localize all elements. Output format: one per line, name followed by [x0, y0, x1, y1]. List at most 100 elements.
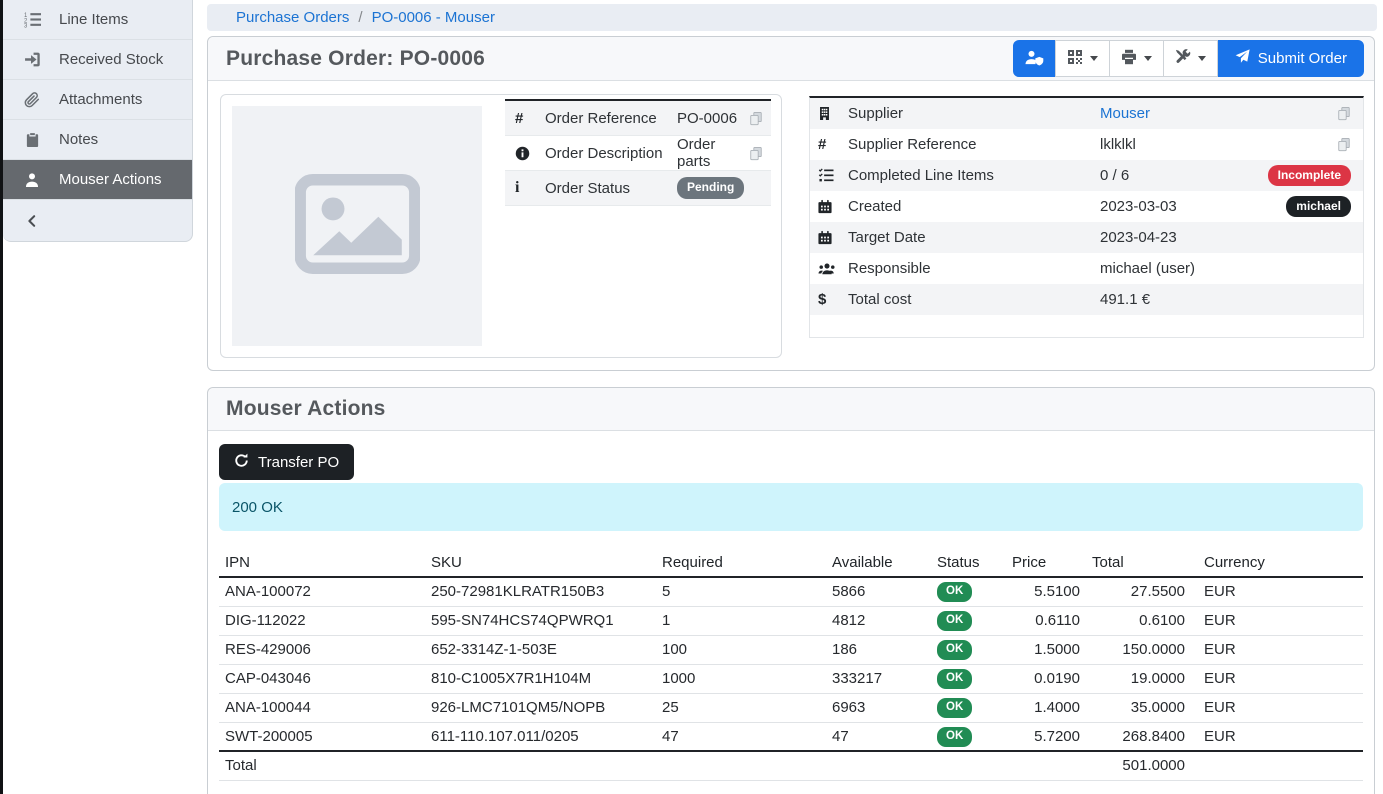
cell-ipn: ANA-100044 — [219, 693, 425, 722]
ok-badge: OK — [937, 669, 972, 689]
cell-status: OK — [931, 577, 1006, 606]
svg-text:3: 3 — [24, 24, 28, 28]
cell-required: 1000 — [656, 664, 826, 693]
submit-order-button[interactable]: Submit Order — [1218, 40, 1364, 77]
cell-sku: 595-SN74HCS74QPWRQ1 — [425, 606, 656, 635]
cell-total: 268.8400 — [1086, 722, 1191, 751]
copy-icon[interactable] — [749, 146, 763, 161]
supplier-details-table: Supplier Mouser # Supplier Reference lkl… — [809, 96, 1364, 338]
mouser-actions-panel-body: Transfer PO 200 OK IPN SKU Required Avai… — [208, 431, 1374, 781]
chevron-down-icon — [1144, 56, 1152, 61]
cell-ipn: DIG-112022 — [219, 606, 425, 635]
copy-icon[interactable] — [1337, 106, 1351, 121]
copy-icon[interactable] — [1337, 137, 1351, 152]
mouser-actions-panel: Mouser Actions Transfer PO 200 OK IP — [207, 387, 1375, 794]
submit-order-label: Submit Order — [1258, 50, 1347, 67]
cell-currency: EUR — [1191, 577, 1363, 606]
table-row: Completed Line Items 0 / 6 Incomplete — [810, 160, 1363, 191]
cell-required: 1 — [656, 606, 826, 635]
sidebar-collapse-button[interactable] — [3, 200, 192, 241]
sidebar-item-label: Attachments — [59, 91, 142, 108]
col-header-required: Required — [656, 548, 826, 577]
detail-label: Completed Line Items — [848, 167, 1100, 184]
purchase-order-panel-header: Purchase Order: PO-0006 — [208, 37, 1374, 81]
table-row: ANA-100044 926-LMC7101QM5/NOPB 25 6963 O… — [219, 693, 1363, 722]
sidebar-item-mouser-actions[interactable]: Mouser Actions — [3, 160, 192, 200]
sidebar-item-label: Line Items — [59, 11, 128, 28]
copy-icon[interactable] — [749, 111, 763, 126]
table-row: DIG-112022 595-SN74HCS74QPWRQ1 1 4812 OK… — [219, 606, 1363, 635]
calendar-icon — [818, 230, 848, 245]
cell-price: 5.5100 — [1006, 577, 1086, 606]
table-row: ANA-100072 250-72981KLRATR150B3 5 5866 O… — [219, 577, 1363, 606]
col-header-ipn: IPN — [219, 548, 425, 577]
detail-value: 0 / 6 — [1100, 167, 1268, 184]
qrcode-icon — [1067, 49, 1083, 68]
clipboard-icon — [22, 132, 42, 148]
ok-badge: OK — [937, 727, 972, 747]
detail-label: Created — [848, 198, 1100, 215]
calendar-icon — [818, 199, 848, 214]
detail-label: Target Date — [848, 229, 1100, 246]
mouser-actions-panel-header: Mouser Actions — [208, 388, 1374, 431]
order-summary-card: # Order Reference PO-0006 Order Descript… — [220, 94, 782, 358]
cell-available: 5866 — [826, 577, 931, 606]
image-placeholder-icon — [295, 174, 420, 279]
sidebar-item-received-stock[interactable]: Received Stock — [3, 40, 192, 80]
sidebar-item-label: Notes — [59, 131, 98, 148]
cell-status: OK — [931, 693, 1006, 722]
cell-ipn: RES-429006 — [219, 635, 425, 664]
print-actions-button[interactable] — [1109, 40, 1164, 77]
sign-in-icon — [22, 51, 42, 68]
hash-icon: # — [515, 111, 545, 126]
cell-price: 0.6110 — [1006, 606, 1086, 635]
user-shield-icon — [1024, 49, 1044, 69]
cell-sku: 652-3314Z-1-503E — [425, 635, 656, 664]
cell-available: 4812 — [826, 606, 931, 635]
cell-price: 0.0190 — [1006, 664, 1086, 693]
cell-status: OK — [931, 606, 1006, 635]
sidebar-item-notes[interactable]: Notes — [3, 120, 192, 160]
chevron-down-icon — [1198, 56, 1206, 61]
paperclip-icon — [22, 92, 42, 108]
cell-required: 5 — [656, 577, 826, 606]
info-icon: i — [515, 180, 545, 196]
order-image-placeholder[interactable] — [232, 106, 482, 346]
detail-value: michael (user) — [1100, 260, 1351, 277]
purchase-order-panel-body: # Order Reference PO-0006 Order Descript… — [208, 81, 1374, 370]
order-actions-toolbar: Submit Order — [1013, 40, 1364, 77]
cell-required: 25 — [656, 693, 826, 722]
breadcrumb-link-purchase-orders[interactable]: Purchase Orders — [236, 9, 349, 26]
page-title: Purchase Order: PO-0006 — [226, 47, 485, 71]
order-tools-button[interactable] — [1163, 40, 1218, 77]
supplier-link[interactable]: Mouser — [1100, 105, 1150, 122]
sidebar-item-line-items[interactable]: 123 Line Items — [3, 0, 192, 40]
user-permissions-button[interactable] — [1013, 40, 1056, 77]
table-row: Created 2023-03-03 michael — [810, 191, 1363, 222]
cell-ipn: SWT-200005 — [219, 722, 425, 751]
breadcrumb: Purchase Orders / PO-0006 - Mouser — [207, 4, 1377, 31]
cell-currency: EUR — [1191, 664, 1363, 693]
breadcrumb-link-current-order[interactable]: PO-0006 - Mouser — [372, 9, 495, 26]
cell-status: OK — [931, 664, 1006, 693]
detail-value: 491.1 € — [1100, 291, 1351, 308]
cell-currency: EUR — [1191, 722, 1363, 751]
cell-price: 1.4000 — [1006, 693, 1086, 722]
table-row: CAP-043046 810-C1005X7R1H104M 1000 33321… — [219, 664, 1363, 693]
table-row: Supplier Mouser — [810, 98, 1363, 129]
cell-available: 186 — [826, 635, 931, 664]
total-label: Total — [219, 751, 425, 780]
barcode-actions-button[interactable] — [1055, 40, 1110, 77]
transfer-po-label: Transfer PO — [258, 454, 339, 471]
sidebar-item-attachments[interactable]: Attachments — [3, 80, 192, 120]
col-header-available: Available — [826, 548, 931, 577]
cell-sku: 250-72981KLRATR150B3 — [425, 577, 656, 606]
detail-label: Responsible — [848, 260, 1100, 277]
cell-required: 47 — [656, 722, 826, 751]
cell-price: 5.7200 — [1006, 722, 1086, 751]
transfer-po-button[interactable]: Transfer PO — [219, 444, 354, 480]
hash-icon: # — [818, 137, 848, 152]
status-alert-text: 200 OK — [232, 499, 283, 516]
table-row: Target Date 2023-04-23 — [810, 222, 1363, 253]
detail-label: Supplier Reference — [848, 136, 1100, 153]
